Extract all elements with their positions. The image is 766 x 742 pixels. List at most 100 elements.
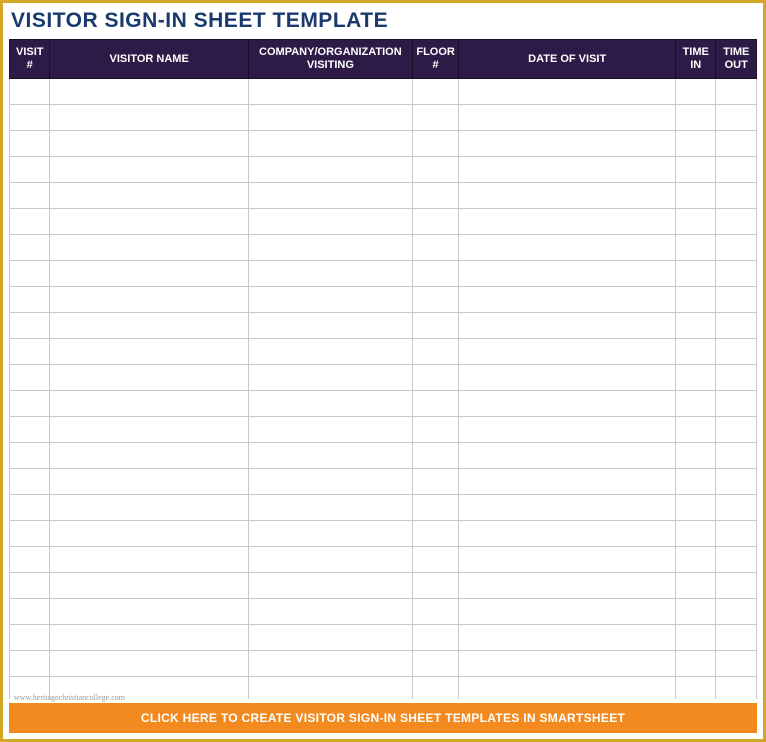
table-cell[interactable] (459, 651, 676, 677)
table-cell[interactable] (675, 521, 715, 547)
table-cell[interactable] (459, 313, 676, 339)
table-cell[interactable] (10, 625, 50, 651)
table-cell[interactable] (675, 599, 715, 625)
table-cell[interactable] (50, 391, 248, 417)
table-cell[interactable] (459, 209, 676, 235)
table-cell[interactable] (459, 417, 676, 443)
table-cell[interactable] (412, 209, 459, 235)
table-cell[interactable] (50, 287, 248, 313)
table-cell[interactable] (10, 79, 50, 105)
table-cell[interactable] (716, 235, 757, 261)
table-cell[interactable] (50, 651, 248, 677)
table-cell[interactable] (716, 625, 757, 651)
table-cell[interactable] (716, 105, 757, 131)
table-cell[interactable] (716, 287, 757, 313)
table-cell[interactable] (248, 131, 412, 157)
table-cell[interactable] (412, 105, 459, 131)
table-cell[interactable] (50, 573, 248, 599)
table-cell[interactable] (10, 573, 50, 599)
table-cell[interactable] (459, 391, 676, 417)
table-cell[interactable] (50, 443, 248, 469)
table-cell[interactable] (10, 469, 50, 495)
table-cell[interactable] (10, 131, 50, 157)
table-cell[interactable] (716, 495, 757, 521)
table-cell[interactable] (675, 287, 715, 313)
table-cell[interactable] (675, 339, 715, 365)
table-cell[interactable] (248, 287, 412, 313)
table-cell[interactable] (10, 391, 50, 417)
table-cell[interactable] (50, 547, 248, 573)
table-cell[interactable] (10, 105, 50, 131)
table-cell[interactable] (412, 79, 459, 105)
table-cell[interactable] (10, 209, 50, 235)
table-cell[interactable] (459, 573, 676, 599)
table-cell[interactable] (248, 573, 412, 599)
table-cell[interactable] (459, 599, 676, 625)
table-cell[interactable] (675, 443, 715, 469)
table-cell[interactable] (50, 469, 248, 495)
table-cell[interactable] (50, 183, 248, 209)
table-cell[interactable] (412, 365, 459, 391)
table-cell[interactable] (675, 677, 715, 699)
table-cell[interactable] (675, 313, 715, 339)
table-cell[interactable] (459, 131, 676, 157)
table-cell[interactable] (248, 599, 412, 625)
table-cell[interactable] (50, 157, 248, 183)
table-cell[interactable] (716, 573, 757, 599)
table-cell[interactable] (248, 417, 412, 443)
table-cell[interactable] (10, 235, 50, 261)
table-cell[interactable] (50, 131, 248, 157)
table-cell[interactable] (412, 391, 459, 417)
table-cell[interactable] (10, 157, 50, 183)
table-cell[interactable] (716, 443, 757, 469)
table-cell[interactable] (412, 339, 459, 365)
table-cell[interactable] (248, 677, 412, 699)
table-cell[interactable] (459, 235, 676, 261)
table-cell[interactable] (675, 417, 715, 443)
table-cell[interactable] (10, 365, 50, 391)
table-cell[interactable] (675, 365, 715, 391)
table-cell[interactable] (412, 183, 459, 209)
table-cell[interactable] (412, 651, 459, 677)
table-cell[interactable] (412, 417, 459, 443)
table-cell[interactable] (716, 547, 757, 573)
table-cell[interactable] (459, 79, 676, 105)
table-cell[interactable] (716, 521, 757, 547)
table-cell[interactable] (248, 209, 412, 235)
table-cell[interactable] (248, 547, 412, 573)
table-cell[interactable] (412, 131, 459, 157)
table-cell[interactable] (10, 261, 50, 287)
table-cell[interactable] (716, 313, 757, 339)
table-cell[interactable] (675, 105, 715, 131)
table-cell[interactable] (412, 443, 459, 469)
table-cell[interactable] (716, 469, 757, 495)
table-cell[interactable] (412, 469, 459, 495)
table-cell[interactable] (412, 261, 459, 287)
table-cell[interactable] (50, 209, 248, 235)
table-cell[interactable] (10, 547, 50, 573)
table-cell[interactable] (50, 339, 248, 365)
table-cell[interactable] (248, 105, 412, 131)
table-cell[interactable] (10, 443, 50, 469)
table-cell[interactable] (412, 677, 459, 699)
table-cell[interactable] (675, 625, 715, 651)
table-cell[interactable] (50, 625, 248, 651)
table-cell[interactable] (50, 79, 248, 105)
table-cell[interactable] (675, 209, 715, 235)
table-cell[interactable] (459, 625, 676, 651)
table-cell[interactable] (459, 339, 676, 365)
table-cell[interactable] (412, 287, 459, 313)
table-cell[interactable] (675, 651, 715, 677)
table-cell[interactable] (459, 443, 676, 469)
table-cell[interactable] (412, 547, 459, 573)
table-cell[interactable] (248, 651, 412, 677)
table-cell[interactable] (716, 261, 757, 287)
cta-link[interactable]: CLICK HERE TO CREATE VISITOR SIGN-IN SHE… (9, 703, 757, 733)
table-cell[interactable] (50, 521, 248, 547)
table-cell[interactable] (716, 339, 757, 365)
table-cell[interactable] (248, 625, 412, 651)
table-cell[interactable] (248, 391, 412, 417)
table-cell[interactable] (50, 495, 248, 521)
table-cell[interactable] (50, 235, 248, 261)
table-cell[interactable] (50, 599, 248, 625)
